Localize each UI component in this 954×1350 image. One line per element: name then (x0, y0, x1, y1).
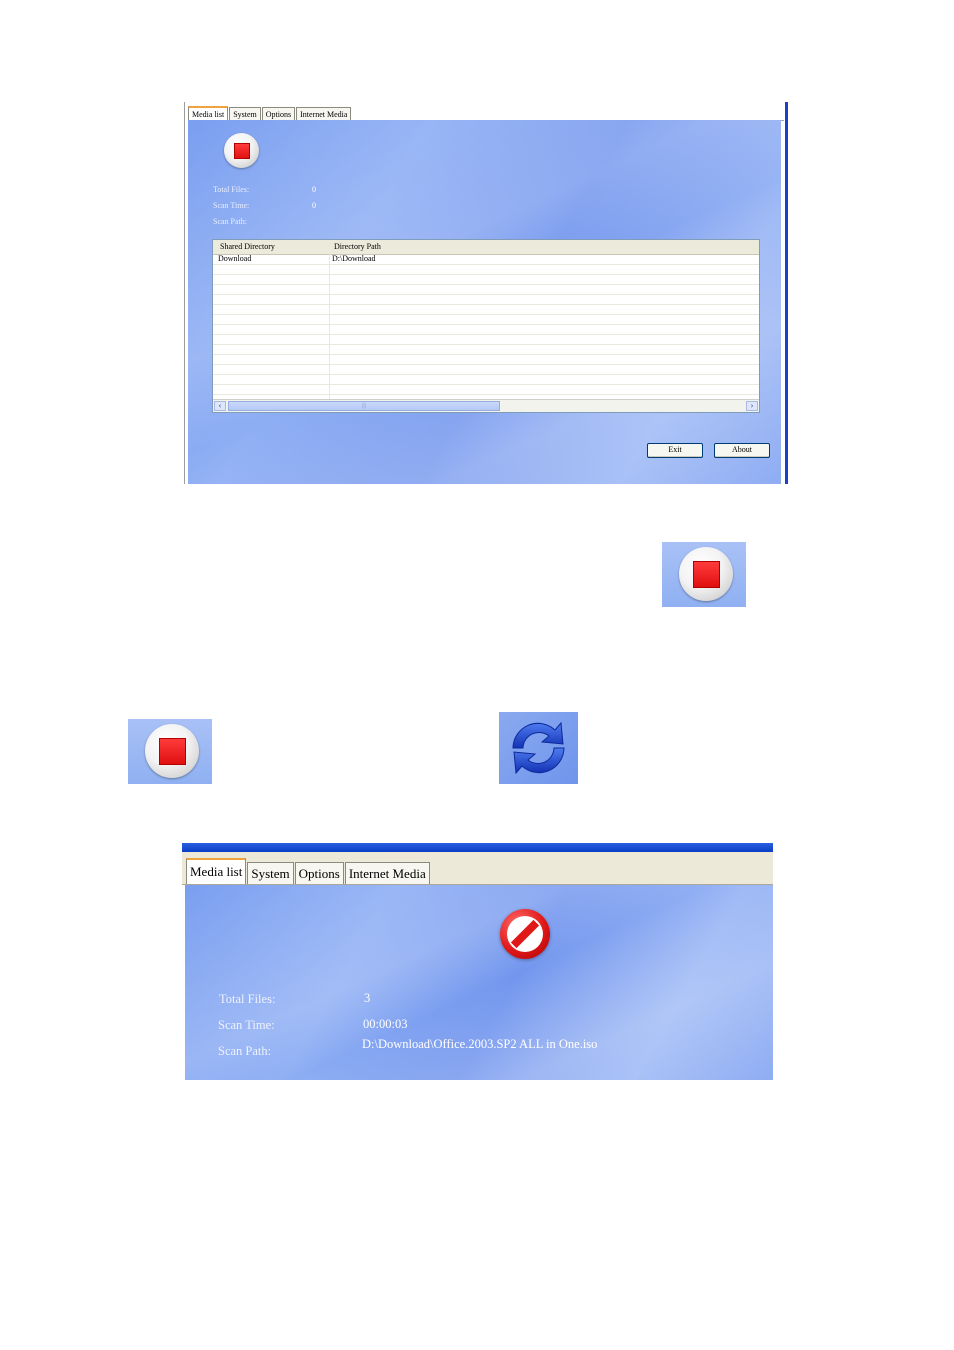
total-files-value: 0 (312, 185, 316, 194)
cell-directory-path: D:\Download (332, 254, 376, 263)
scroll-left-icon[interactable]: ‹ (214, 401, 226, 411)
tab-options[interactable]: Options (294, 862, 344, 884)
scan-path-label: Scan Path: (213, 217, 247, 226)
horizontal-scrollbar[interactable]: ‹ ||| › (213, 399, 759, 412)
scan-time-value: 0 (312, 201, 316, 210)
table-row (213, 384, 759, 395)
scan-time-value: 00:00:03 (363, 1017, 408, 1031)
forbidden-icon-ring (507, 916, 543, 952)
stop-icon[interactable] (224, 133, 259, 168)
column-header-directory-path[interactable]: Directory Path (334, 242, 381, 251)
forbidden-icon-bar (510, 919, 540, 949)
exit-button[interactable]: Exit (647, 443, 703, 458)
scan-time-label: Scan Time: (213, 201, 250, 210)
scan-path-label: Scan Path: (218, 1044, 272, 1058)
window-titlebar (182, 843, 773, 852)
total-files-label: Total Files: (213, 185, 250, 194)
tab-system[interactable]: System (247, 862, 294, 884)
refresh-icon-tile (499, 712, 578, 784)
stop-icon[interactable] (679, 547, 733, 601)
stop-icon[interactable] (145, 724, 199, 778)
scan-time-label: Scan Time: (218, 1018, 275, 1032)
shared-directory-table: Shared Directory Directory Path Download… (212, 239, 760, 413)
stop-icon-tile (662, 542, 746, 607)
scan-path-value: D:\Download\Office.2003.SP2 ALL in One.i… (362, 1037, 598, 1051)
about-button[interactable]: About (714, 443, 770, 458)
tab-internet-media[interactable]: Internet Media (344, 862, 430, 884)
column-divider (329, 240, 330, 401)
total-files-label: Total Files: (219, 992, 276, 1006)
tab-media-list[interactable]: Media list (186, 858, 247, 884)
total-files-value: 3 (364, 991, 371, 1005)
cell-shared-directory: Download (218, 254, 252, 263)
stop-icon-tile (128, 719, 212, 784)
scroll-thumb[interactable]: ||| (228, 401, 500, 411)
scroll-right-icon[interactable]: › (746, 401, 758, 411)
column-header-shared-directory[interactable]: Shared Directory (220, 242, 275, 251)
refresh-icon[interactable] (499, 712, 578, 784)
table-header: Shared Directory Directory Path (213, 240, 759, 255)
forbidden-icon[interactable] (500, 909, 550, 959)
tab-strip: Media list System Options Internet Media (182, 852, 773, 885)
